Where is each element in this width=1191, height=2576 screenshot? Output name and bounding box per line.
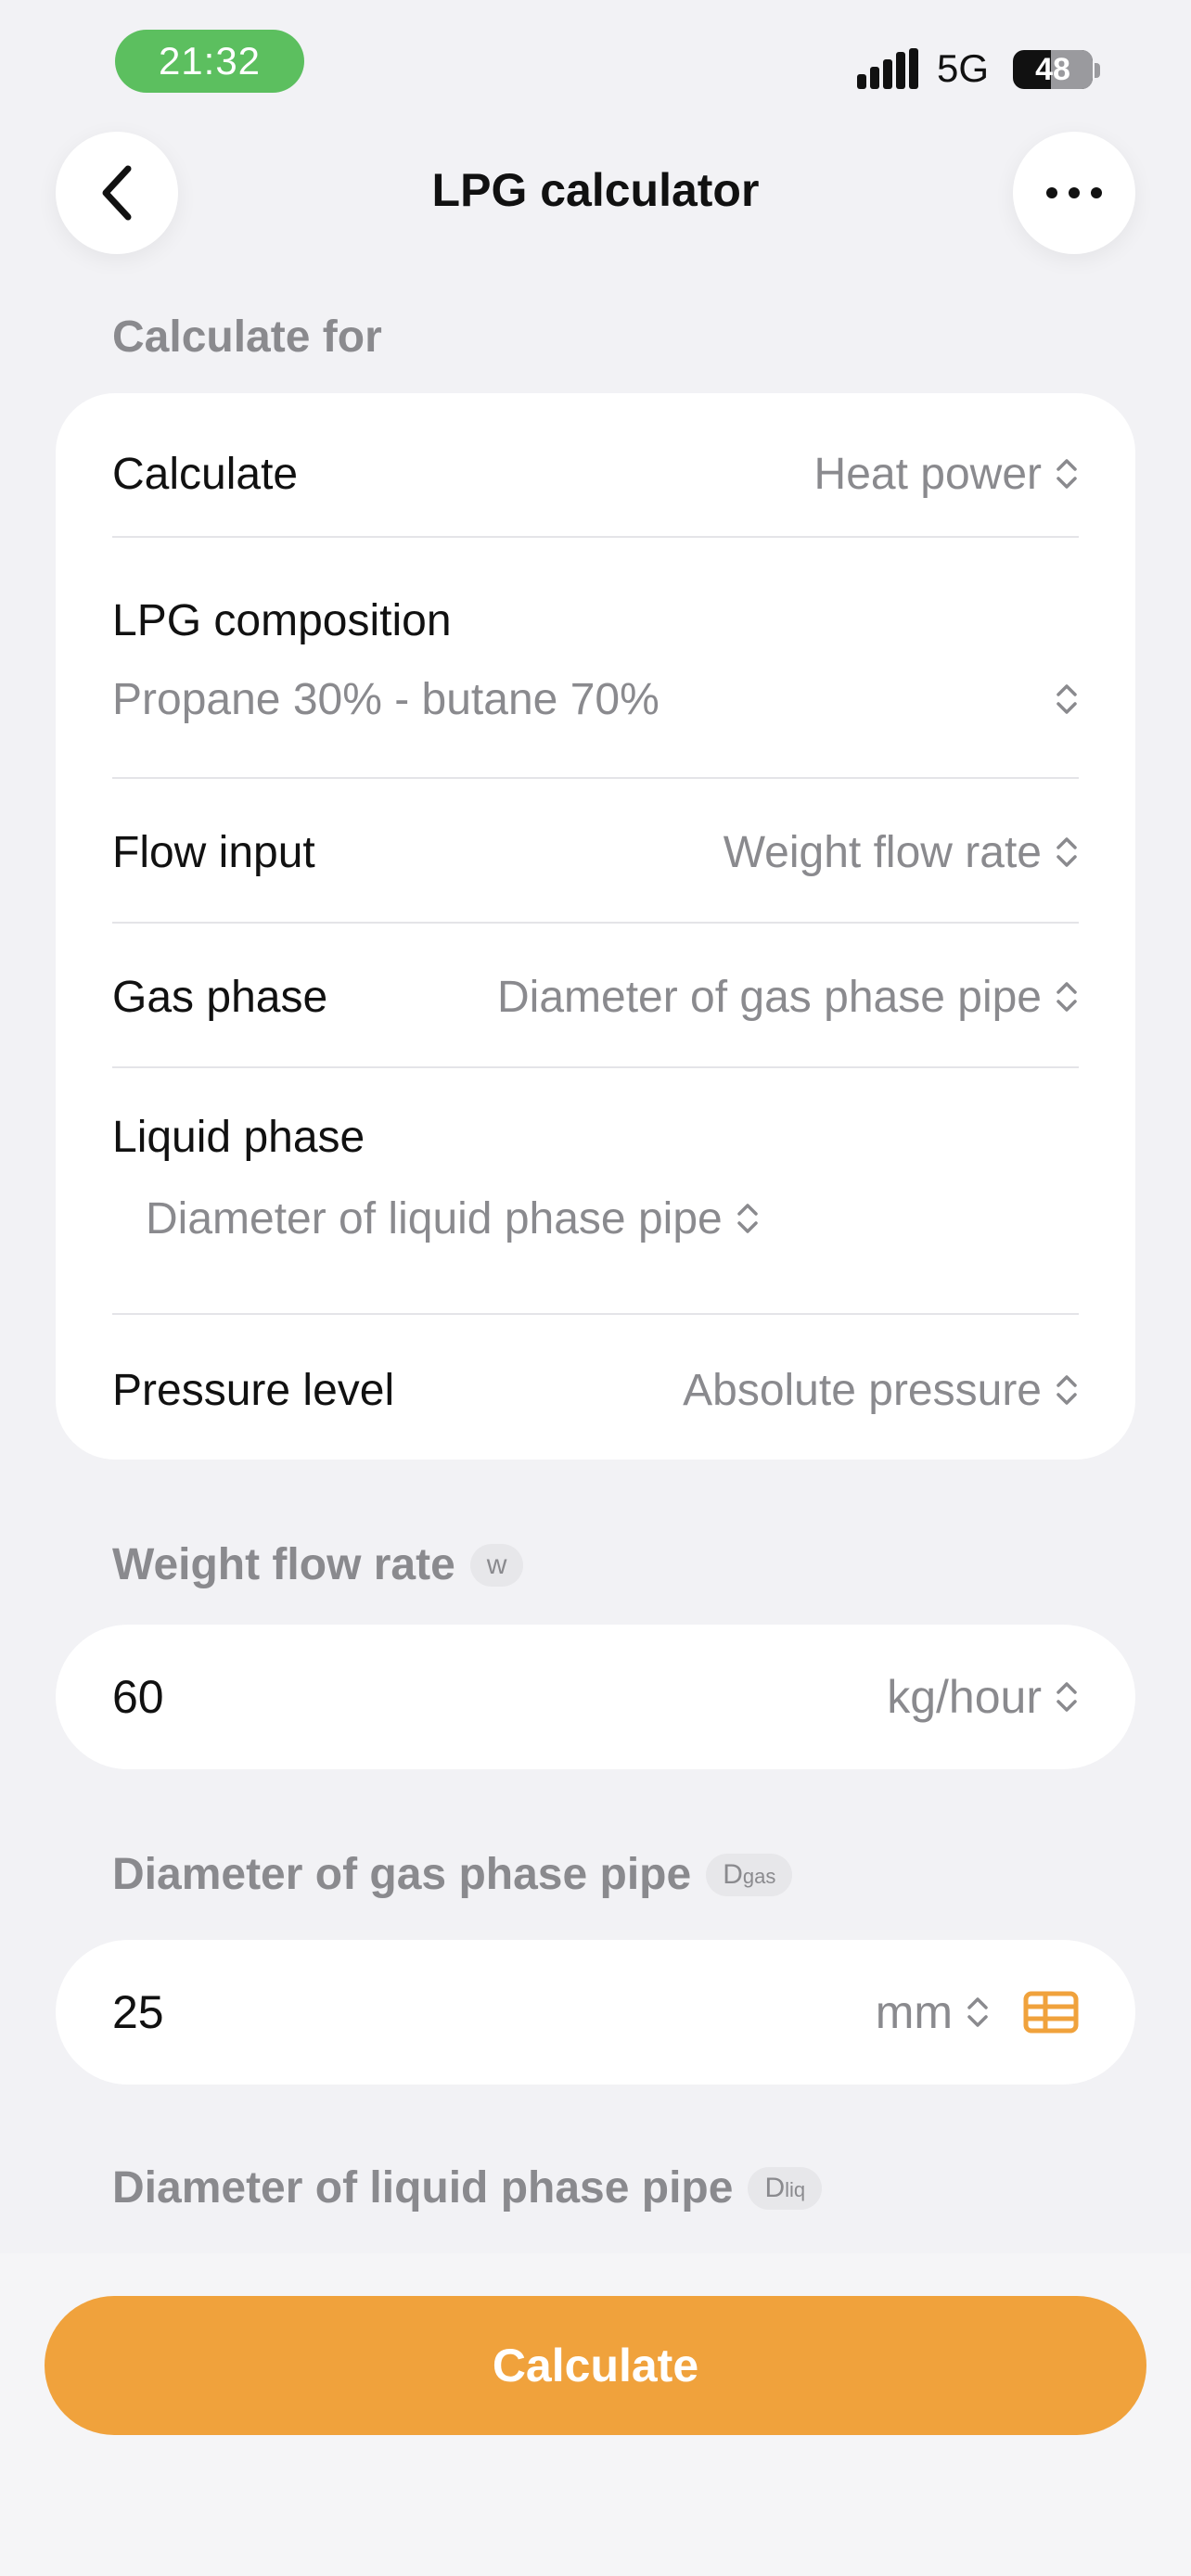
gas-pipe-symbol-sub: gas — [742, 1864, 776, 1888]
liquid-phase-value-text: Diameter of liquid phase pipe — [146, 1193, 723, 1243]
divider — [112, 536, 1079, 538]
liquid-pipe-title-text: Diameter of liquid phase pipe — [112, 2163, 734, 2213]
weight-flow-title-text: Weight flow rate — [112, 1540, 455, 1589]
gas-pipe-unit-select[interactable]: mm — [876, 1985, 1079, 2039]
weight-flow-symbol: w — [469, 1543, 524, 1587]
lpg-composition-value: Propane 30% - butane 70% — [112, 674, 660, 724]
table-icon[interactable] — [1023, 1991, 1079, 2034]
battery-level: 48 — [1035, 51, 1070, 87]
gas-pipe-input[interactable]: 25 mm — [56, 1940, 1135, 2085]
gas-phase-row[interactable]: Gas phase Diameter of gas phase pipe — [112, 955, 1079, 1039]
calculate-button[interactable]: Calculate — [45, 2296, 1146, 2435]
gas-pipe-symbol-main: D — [723, 1858, 743, 1890]
liquid-phase-row: Liquid phase — [112, 1100, 1079, 1174]
liquid-phase-value[interactable]: Diameter of liquid phase pipe — [146, 1193, 760, 1244]
liquid-phase-label: Liquid phase — [112, 1112, 365, 1162]
gas-pipe-title: Diameter of gas phase pipe Dgas — [112, 1849, 793, 1900]
weight-flow-title: Weight flow rate w — [112, 1539, 524, 1590]
battery-icon: 48 — [1013, 50, 1093, 89]
gas-pipe-value[interactable]: 25 — [112, 1985, 164, 2039]
divider — [112, 922, 1079, 924]
gas-phase-label: Gas phase — [112, 972, 328, 1022]
up-down-chevron-icon — [1057, 1682, 1077, 1712]
calculate-row[interactable]: Calculate Heat power — [112, 432, 1079, 516]
battery-nub — [1095, 63, 1100, 78]
up-down-chevron-icon — [1057, 982, 1077, 1012]
calculate-label: Calculate — [112, 449, 299, 499]
status-bar: 21:32 5G 48 — [0, 0, 1191, 121]
calculate-for-title: Calculate for — [112, 312, 382, 362]
pressure-level-value[interactable]: Absolute pressure — [683, 1365, 1079, 1416]
liquid-phase-select[interactable]: Diameter of liquid phase pipe — [112, 1181, 1079, 1256]
liquid-pipe-symbol-sub: liq — [785, 2177, 806, 2201]
more-button[interactable] — [1013, 132, 1135, 254]
lpg-composition-label: LPG composition — [112, 595, 452, 645]
gas-phase-value[interactable]: Diameter of gas phase pipe — [497, 972, 1079, 1023]
up-down-chevron-icon — [1057, 1375, 1077, 1405]
status-time: 21:32 — [115, 30, 304, 93]
flow-input-label: Flow input — [112, 827, 315, 877]
gas-pipe-title-text: Diameter of gas phase pipe — [112, 1850, 692, 1899]
pressure-level-label: Pressure level — [112, 1365, 395, 1415]
liquid-pipe-symbol: Dliq — [748, 2166, 823, 2210]
up-down-chevron-icon — [1057, 837, 1077, 867]
flow-input-row[interactable]: Flow input Weight flow rate — [112, 810, 1079, 894]
lpg-composition-row: LPG composition — [112, 588, 1079, 653]
pressure-level-row[interactable]: Pressure level Absolute pressure — [112, 1348, 1079, 1432]
weight-flow-value[interactable]: 60 — [112, 1670, 164, 1724]
calculate-for-card: Calculate Heat power LPG composition Pro… — [56, 393, 1135, 1460]
gas-pipe-symbol: Dgas — [706, 1853, 793, 1896]
up-down-chevron-icon — [1057, 459, 1077, 489]
flow-input-value[interactable]: Weight flow rate — [724, 827, 1079, 878]
signal-icon — [857, 48, 918, 89]
weight-flow-input[interactable]: 60 kg/hour — [56, 1625, 1135, 1769]
network-label: 5G — [937, 46, 990, 90]
flow-input-value-text: Weight flow rate — [723, 827, 1042, 877]
liquid-pipe-symbol-main: D — [764, 2172, 786, 2203]
up-down-chevron-icon — [736, 1204, 758, 1233]
calculate-value-text: Heat power — [813, 449, 1042, 499]
liquid-pipe-title: Diameter of liquid phase pipe Dliq — [112, 2162, 823, 2213]
up-down-chevron-icon — [1057, 684, 1077, 714]
divider — [112, 1066, 1079, 1068]
gas-pipe-unit: mm — [875, 1986, 953, 2038]
pressure-level-value-text: Absolute pressure — [683, 1365, 1042, 1415]
more-dots-icon — [1046, 187, 1102, 198]
weight-flow-unit: kg/hour — [887, 1671, 1042, 1723]
divider — [112, 777, 1079, 779]
lpg-composition-select[interactable]: Propane 30% - butane 70% — [112, 662, 1079, 736]
gas-phase-value-text: Diameter of gas phase pipe — [496, 972, 1042, 1022]
calculate-value[interactable]: Heat power — [814, 449, 1079, 500]
divider — [112, 1313, 1079, 1315]
up-down-chevron-icon — [967, 1997, 988, 2027]
weight-flow-unit-select[interactable]: kg/hour — [887, 1670, 1079, 1724]
